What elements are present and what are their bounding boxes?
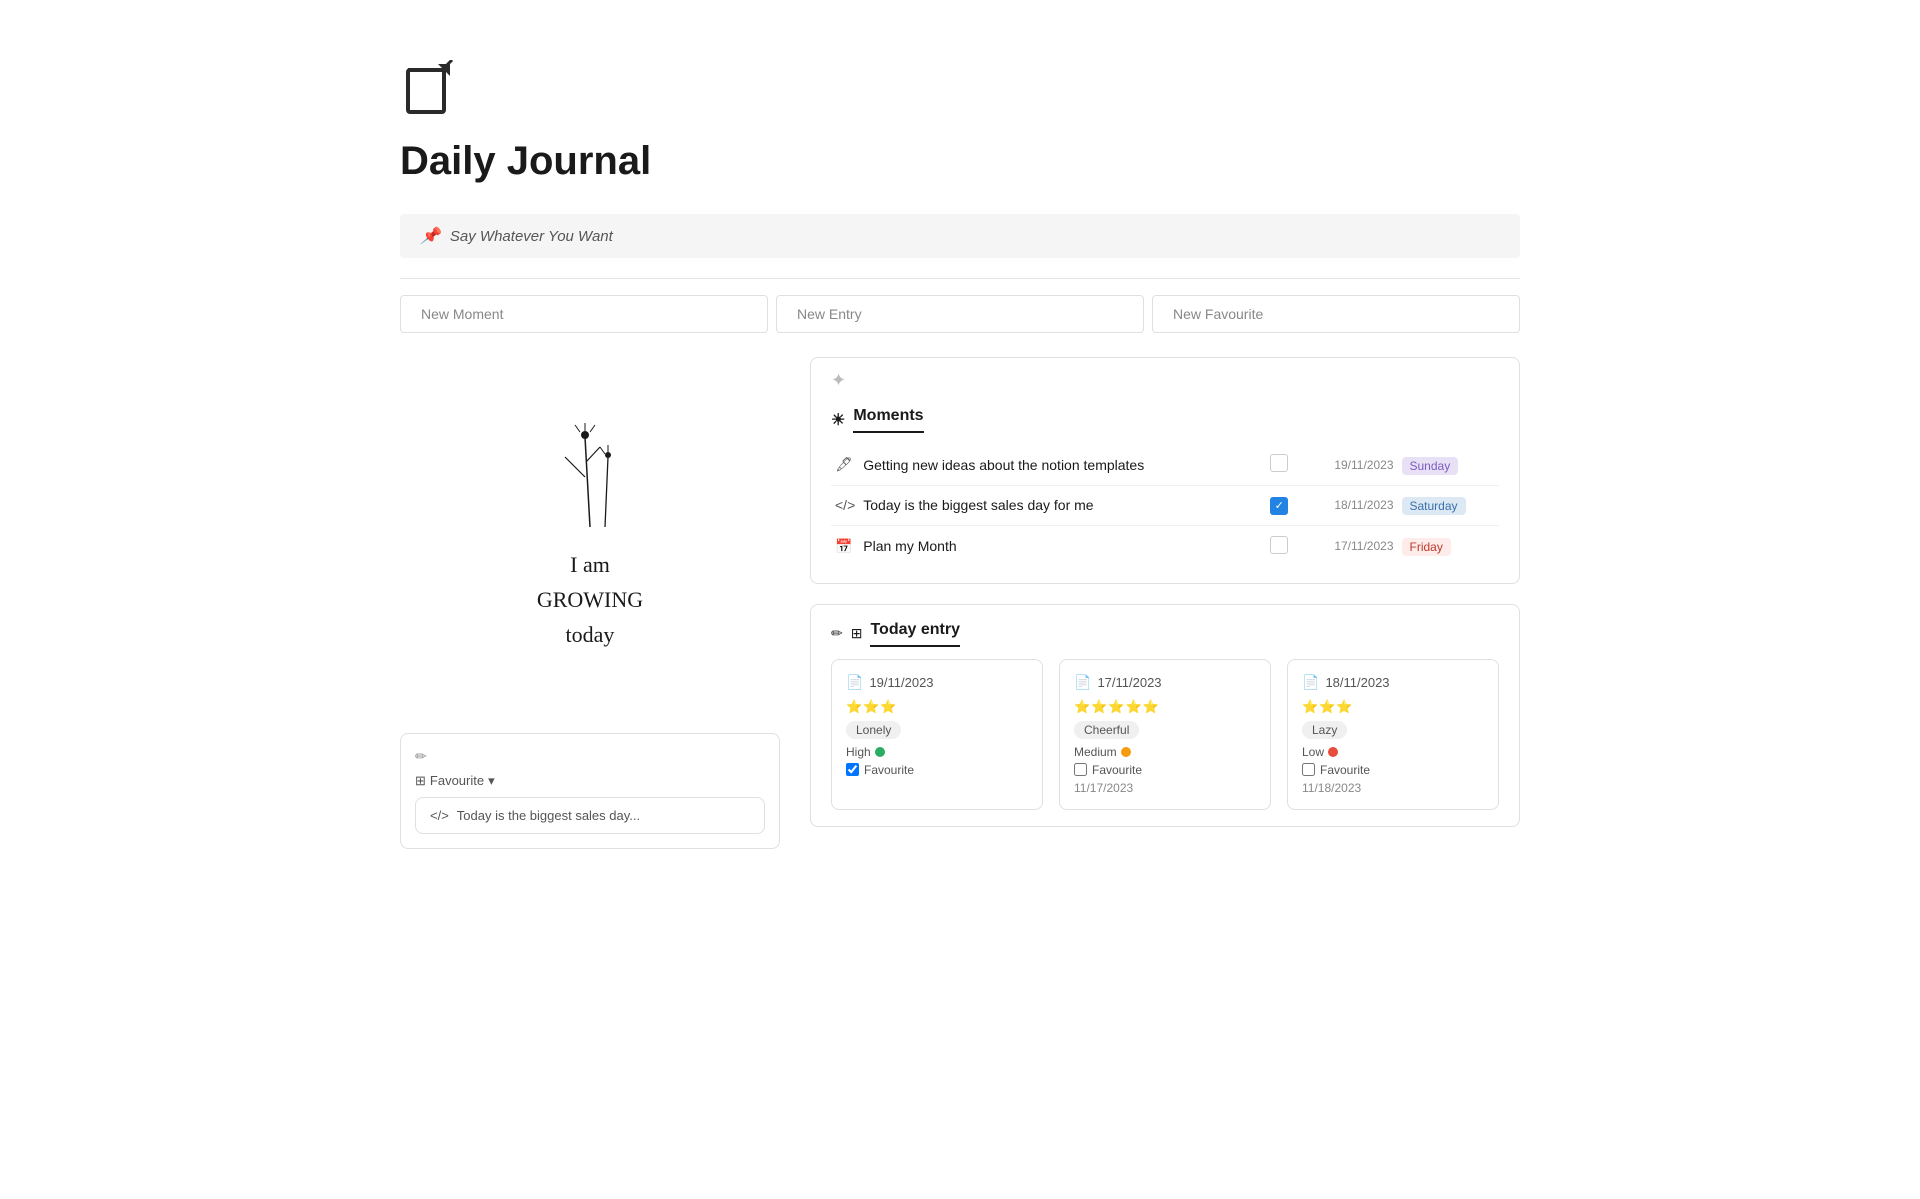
divider	[400, 278, 1520, 279]
entry-cards-row: 📄 19/11/2023 ⭐⭐⭐ Lonely High Favourite	[831, 659, 1499, 810]
illustration-area: I am GROWING today	[400, 357, 780, 653]
moments-card-header: ☀ Moments	[811, 391, 1519, 432]
mood-2: Cheerful	[1074, 721, 1139, 739]
energy-dot-2	[1121, 747, 1131, 757]
moment-check-cell-1[interactable]	[1266, 444, 1303, 486]
moment-checkbox-1[interactable]	[1270, 454, 1288, 472]
left-panel: I am GROWING today ✏ ⊞ Favourite ▾	[400, 357, 780, 849]
fav-input-1[interactable]	[846, 763, 859, 776]
day-badge-saturday: Saturday	[1402, 497, 1466, 515]
entry-date-1: 📄 19/11/2023	[846, 674, 1028, 691]
main-layout: I am GROWING today ✏ ⊞ Favourite ▾	[400, 357, 1520, 849]
moment-title-1: Getting new ideas about the notion templ…	[859, 444, 1266, 486]
moments-card-content: 🖋 Getting new ideas about the notion tem…	[811, 432, 1519, 583]
energy-dot-3	[1328, 747, 1338, 757]
moment-row-3: 📅 Plan my Month 17/11/2023 Friday	[831, 525, 1499, 567]
gallery-icon: ⊞	[415, 773, 426, 789]
moment-title-2: Today is the biggest sales day for me	[859, 486, 1266, 526]
chevron-down-icon[interactable]: ▾	[488, 773, 495, 789]
stars-2: ⭐⭐⭐⭐⭐	[1074, 699, 1256, 715]
moment-day-3: Friday	[1398, 525, 1500, 567]
entry-date-3: 📄 18/11/2023	[1302, 674, 1484, 691]
moment-row-2: </> Today is the biggest sales day for m…	[831, 486, 1499, 526]
entry-date-2: 📄 17/11/2023	[1074, 674, 1256, 691]
small-card-header: ✏	[415, 748, 765, 765]
new-moment-button[interactable]: New Moment	[400, 295, 768, 333]
energy-3: Low	[1302, 745, 1484, 759]
today-entry-header: ✏ ⊞ Today entry	[831, 621, 1499, 647]
right-panel: ✦ ☀ Moments 🖋 Getting new ideas about	[810, 357, 1520, 827]
moment-date-2: 18/11/2023	[1303, 486, 1398, 526]
moment-date-1: 19/11/2023	[1303, 444, 1398, 486]
bottom-item-text: Today is the biggest sales day...	[457, 808, 640, 823]
page-icon	[400, 60, 1520, 123]
moments-table: 🖋 Getting new ideas about the notion tem…	[831, 444, 1499, 567]
moment-check-cell-3[interactable]	[1266, 525, 1303, 567]
favourite-label[interactable]: ⊞ Favourite ▾	[415, 773, 765, 789]
fav-check-3[interactable]: Favourite	[1302, 763, 1484, 777]
day-badge-friday: Friday	[1402, 538, 1451, 556]
fav-check-1[interactable]: Favourite	[846, 763, 1028, 777]
doc-icon-1: 📄	[846, 674, 863, 691]
moment-date-3: 17/11/2023	[1303, 525, 1398, 567]
doc-icon-2: 📄	[1074, 674, 1091, 691]
energy-dot-1	[875, 747, 885, 757]
moment-icon-2: </>	[831, 486, 859, 526]
doc-icon-3: 📄	[1302, 674, 1319, 691]
pin-icon: 📌	[420, 226, 440, 246]
moment-title-3: Plan my Month	[859, 525, 1266, 567]
moment-row-1: 🖋 Getting new ideas about the notion tem…	[831, 444, 1499, 486]
stars-3: ⭐⭐⭐	[1302, 699, 1484, 715]
moment-icon-1: 🖋	[831, 444, 859, 486]
fav-input-3[interactable]	[1302, 763, 1315, 776]
moment-checkbox-2[interactable]: ✓	[1270, 497, 1288, 515]
entry-card-1: 📄 19/11/2023 ⭐⭐⭐ Lonely High Favourite	[831, 659, 1043, 810]
left-bottom-area: ✏ ⊞ Favourite ▾ </> Today is the biggest…	[400, 733, 780, 849]
mood-1: Lonely	[846, 721, 901, 739]
pinned-bar: 📌 Say Whatever You Want	[400, 214, 1520, 258]
entry-date-bottom-3: 11/18/2023	[1302, 781, 1484, 795]
pencil-icon: ✏	[415, 748, 427, 765]
day-badge-sunday: Sunday	[1402, 457, 1459, 475]
new-buttons-row: New Moment New Entry New Favourite	[400, 295, 1520, 333]
edit-icon: ✏	[831, 625, 843, 642]
today-entry-icon: ⊞	[851, 625, 863, 642]
code-icon: </>	[430, 808, 449, 823]
page-title: Daily Journal	[400, 139, 1520, 184]
sparkle-icon: ✦	[831, 370, 846, 390]
entry-card-2: 📄 17/11/2023 ⭐⭐⭐⭐⭐ Cheerful Medium Favou…	[1059, 659, 1271, 810]
today-entry-label: Today entry	[870, 621, 960, 647]
entry-card-3: 📄 18/11/2023 ⭐⭐⭐ Lazy Low Favourite	[1287, 659, 1499, 810]
fav-input-2[interactable]	[1074, 763, 1087, 776]
mood-3: Lazy	[1302, 721, 1347, 739]
moments-card: ✦ ☀ Moments 🖋 Getting new ideas about	[810, 357, 1520, 584]
bottom-small-card: </> Today is the biggest sales day...	[415, 797, 765, 834]
new-entry-button[interactable]: New Entry	[776, 295, 1144, 333]
moment-day-1: Sunday	[1398, 444, 1500, 486]
plant-illustration	[530, 357, 650, 537]
bottom-item-row: </> Today is the biggest sales day...	[430, 808, 750, 823]
energy-1: High	[846, 745, 1028, 759]
drag-handle[interactable]: ✦	[811, 358, 1519, 391]
entry-date-bottom-2: 11/17/2023	[1074, 781, 1256, 795]
moment-day-2: Saturday	[1398, 486, 1500, 526]
energy-2: Medium	[1074, 745, 1256, 759]
moment-check-cell-2[interactable]: ✓	[1266, 486, 1303, 526]
moment-checkbox-3[interactable]	[1270, 536, 1288, 554]
moment-icon-3: 📅	[831, 525, 859, 567]
pinned-text: Say Whatever You Want	[450, 228, 613, 245]
fav-check-2[interactable]: Favourite	[1074, 763, 1256, 777]
moments-label: Moments	[853, 407, 923, 433]
handwritten-text: I am GROWING today	[537, 547, 643, 653]
sun-icon: ☀	[831, 410, 845, 430]
new-favourite-button[interactable]: New Favourite	[1152, 295, 1520, 333]
today-entry-section: ✏ ⊞ Today entry 📄 19/11/2023 ⭐⭐⭐ Lonely	[810, 604, 1520, 827]
favourite-small-card: ✏ ⊞ Favourite ▾ </> Today is the biggest…	[400, 733, 780, 849]
stars-1: ⭐⭐⭐	[846, 699, 1028, 715]
